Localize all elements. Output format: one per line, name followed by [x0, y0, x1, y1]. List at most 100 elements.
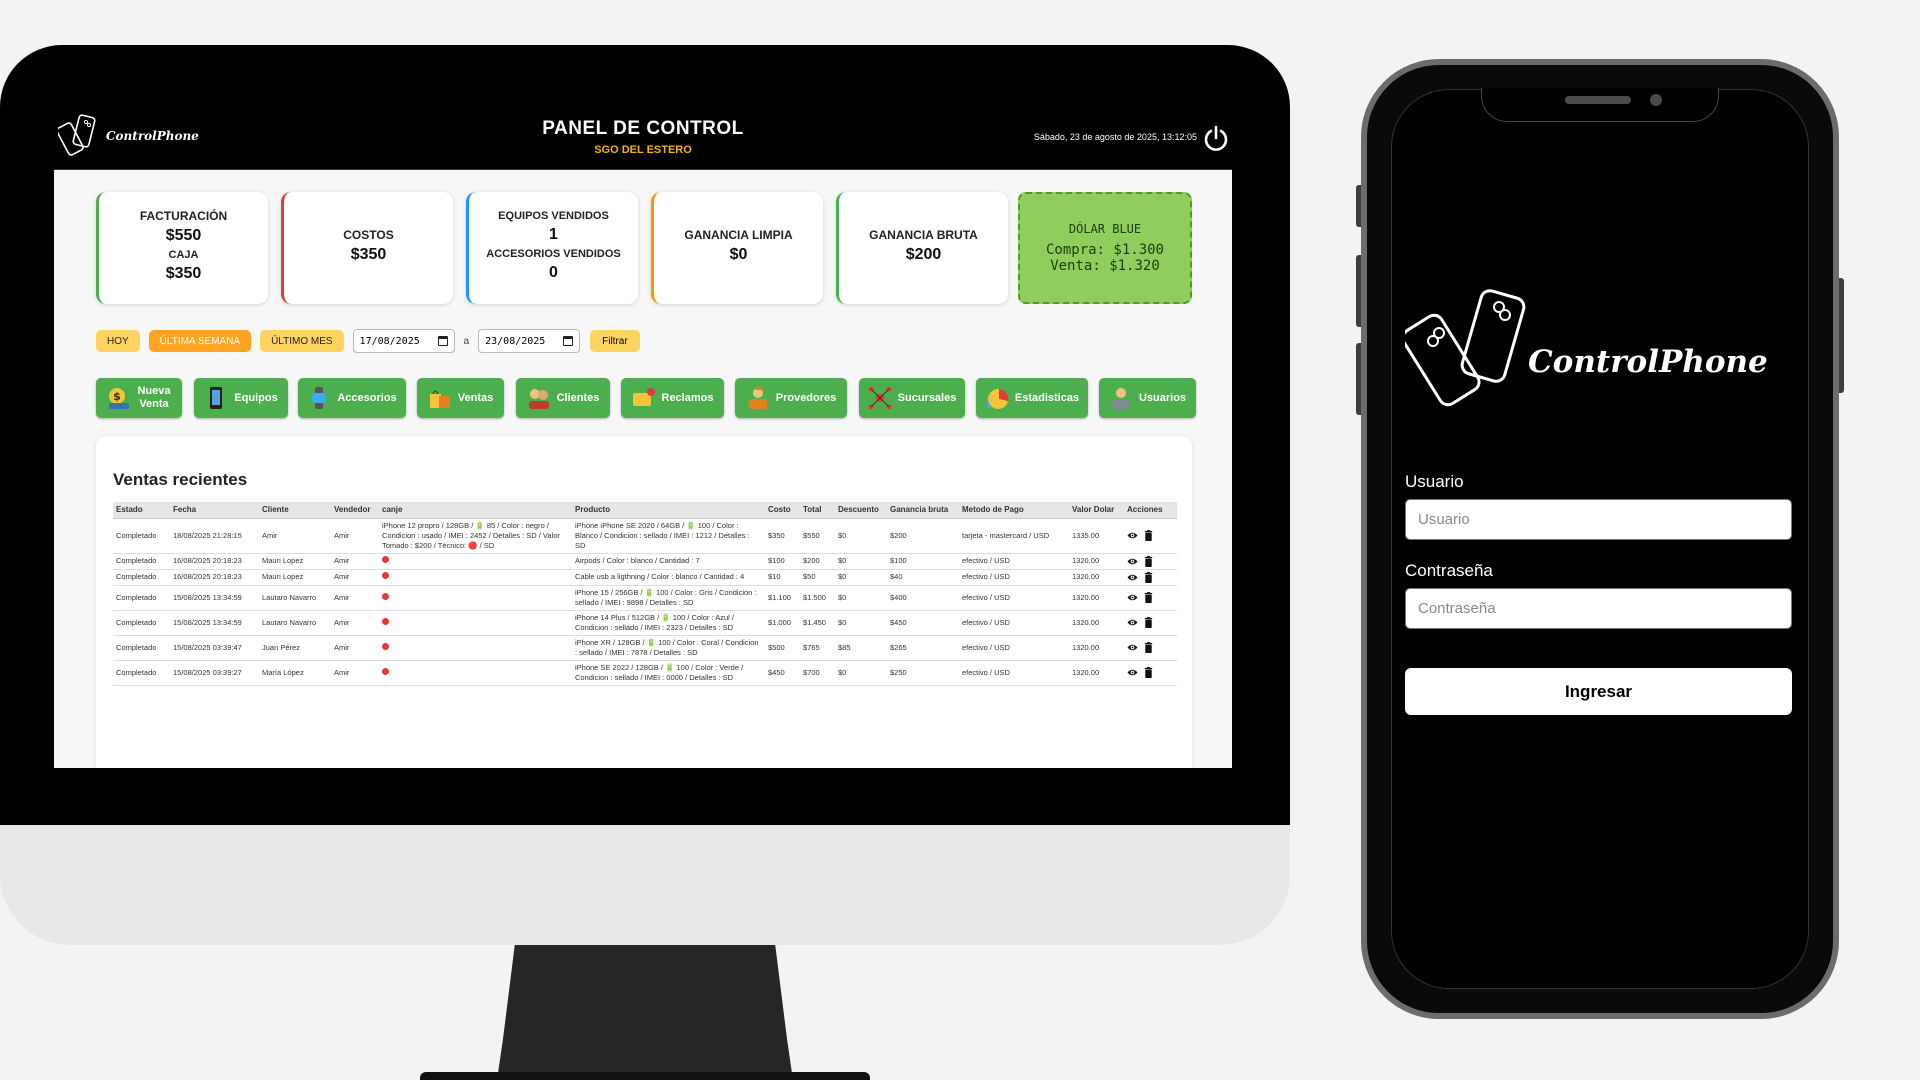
trash-icon[interactable] [1143, 571, 1154, 583]
trash-icon[interactable] [1143, 617, 1154, 628]
table-row[interactable]: Completado 15/08/2025 03:39:27 María López… [113, 660, 1177, 686]
svg-text:$: $ [114, 390, 122, 403]
table-row[interactable]: Completado 15/08/2025 03:39:47 Juan Pérez A… [113, 635, 1177, 661]
cell-client: Lautaro Navarro [259, 610, 331, 636]
table-row[interactable]: Completado 15/08/2025 13:34:59 Lautaro Nav… [113, 585, 1177, 611]
password-input[interactable]: Contraseña [1405, 588, 1792, 629]
smartwatch-icon [312, 387, 327, 409]
trash-icon[interactable] [1143, 530, 1154, 541]
dolar-venta: Venta: $1.320 [1050, 258, 1160, 274]
cell-seller: Amir [331, 569, 379, 586]
stat-label: GANANCIA LIMPIA [684, 228, 793, 242]
nav-accesorios-button[interactable]: Accesorios [298, 378, 406, 418]
filtrar-button[interactable]: Filtrar [590, 330, 640, 352]
cell-total: $200 [800, 553, 835, 570]
filter-semana-button[interactable]: ÚLTIMA SEMANA [148, 330, 252, 352]
cell-trade-in [379, 553, 572, 570]
stat-value: $350 [350, 246, 387, 263]
column-header: Cliente [259, 502, 331, 519]
login-submit-button[interactable]: Ingresar [1405, 668, 1792, 715]
eye-icon[interactable] [1127, 592, 1138, 603]
cell-product: Airpods / Color : blanco / Cantidad : 7 [572, 553, 765, 570]
nav-proveedores-button[interactable]: Provedores [735, 378, 847, 418]
nav-ventas-button[interactable]: Ventas [417, 378, 504, 418]
cell-actions [1124, 553, 1177, 570]
eye-icon[interactable] [1127, 617, 1138, 628]
eye-icon[interactable] [1127, 572, 1138, 583]
nav-estadisticas-button[interactable]: Estadisticas [976, 378, 1088, 418]
nav-reclamos-button[interactable]: Reclamos [621, 378, 724, 418]
stat-label: ACCESORIOS VENDIDOS [486, 248, 621, 260]
cell-gross-profit: $40 [887, 569, 959, 586]
cell-discount: $0 [835, 585, 887, 611]
cell-actions [1124, 585, 1177, 611]
column-header: canje [379, 502, 572, 519]
cell-product: iPhone SE 2022 / 128GB / 🔋 100 / Color :… [572, 660, 765, 686]
power-icon[interactable] [1202, 124, 1230, 152]
cell-dollar-rate: 1320.00 [1069, 610, 1124, 636]
column-header: Vendedor [331, 502, 379, 519]
calendar-icon[interactable] [563, 336, 574, 346]
smartphone-icon [210, 387, 223, 409]
nav-clientes-button[interactable]: Clientes [516, 378, 610, 418]
table-row[interactable]: Completado 15/08/2025 13:34:59 Lautaro Nav… [113, 610, 1177, 636]
red-dot-icon [382, 592, 389, 600]
trash-icon[interactable] [1143, 642, 1154, 653]
users-icon [1111, 388, 1130, 409]
cell-actions [1124, 569, 1177, 586]
eye-icon[interactable] [1127, 642, 1138, 653]
stat-value: $550 [165, 227, 202, 244]
eye-icon[interactable] [1127, 667, 1138, 678]
stat-value: $200 [905, 246, 942, 263]
cell-cost: $100 [765, 553, 800, 570]
cell-product: iPhone 14 Plus / 512GB / 🔋 100 / Color :… [572, 610, 765, 636]
cell-product: iPhone 15 / 256GB / 🔋 100 / Color : Gris… [572, 585, 765, 611]
cell-seller: Amir [331, 585, 379, 611]
cell-total: $765 [800, 635, 835, 661]
cell-payment-method: efectivo / USD [959, 553, 1069, 570]
stat-value: $350 [165, 265, 202, 282]
date-to-input[interactable]: 23/08/2025 [478, 329, 581, 353]
nav-label: Provedores [775, 392, 837, 404]
cell-seller: Amir [331, 610, 379, 636]
filter-hoy-button[interactable]: HOY [96, 330, 140, 352]
table-row[interactable]: Completado 18/08/2025 21:28:15 Amir Amir iPh… [113, 518, 1177, 554]
monitor-base [420, 1072, 870, 1080]
trash-icon[interactable] [1143, 667, 1154, 678]
cell-discount: $0 [835, 553, 887, 570]
calendar-icon[interactable] [437, 336, 448, 346]
cell-status: Completado [113, 610, 170, 636]
table-row[interactable]: Completado 16/08/2025 20:18:23 Mauri Lopez… [113, 569, 1177, 586]
cell-client: Mauri Lopez [259, 553, 331, 570]
table-row[interactable]: Completado 16/08/2025 20:18:23 Mauri Lopez… [113, 553, 1177, 570]
date-from-input[interactable]: 17/08/2025 [352, 329, 455, 353]
eye-icon[interactable] [1127, 556, 1138, 567]
current-datetime: Sábado, 23 de agosto de 2025, 13:12:05 [1033, 132, 1197, 142]
nav-equipos-button[interactable]: Equipos [194, 378, 288, 418]
column-header: Acciones [1124, 502, 1177, 519]
filter-mes-button[interactable]: ÚLTIMO MES [260, 330, 344, 352]
nav-usuarios-button[interactable]: Usuarios [1099, 378, 1196, 418]
stat-card-equipos: EQUIPOS VENDIDOS 1 ACCESORIOS VENDIDOS 0 [466, 192, 638, 304]
cell-dollar-rate: 1335.00 [1069, 518, 1124, 554]
table-header-row: Estado Fecha Cliente Vendedor canje Prod… [113, 502, 1177, 519]
username-input[interactable]: Usuario [1405, 499, 1792, 540]
nav-nueva-venta-button[interactable]: $ Nueva Venta [96, 378, 182, 418]
pie-chart-icon [986, 388, 1009, 409]
cell-payment-method: efectivo / USD [959, 585, 1069, 611]
nav-sucursales-button[interactable]: Sucursales [859, 378, 965, 418]
monitor-stand [497, 945, 793, 1080]
eye-icon[interactable] [1127, 530, 1138, 541]
cell-client: Lautaro Navarro [259, 585, 331, 611]
dolar-title: DÓLAR BLUE [1068, 222, 1142, 236]
cell-total: $700 [800, 660, 835, 686]
cell-discount: $0 [835, 610, 887, 636]
cell-actions [1124, 635, 1177, 661]
cell-dollar-rate: 1320.00 [1069, 635, 1124, 661]
column-header: Ganancia bruta [887, 502, 959, 519]
trash-icon[interactable] [1143, 592, 1154, 603]
date-to-value: 23/08/2025 [485, 335, 546, 347]
cell-gross-profit: $250 [887, 660, 959, 686]
complaint-icon [632, 388, 655, 406]
trash-icon[interactable] [1143, 555, 1154, 567]
